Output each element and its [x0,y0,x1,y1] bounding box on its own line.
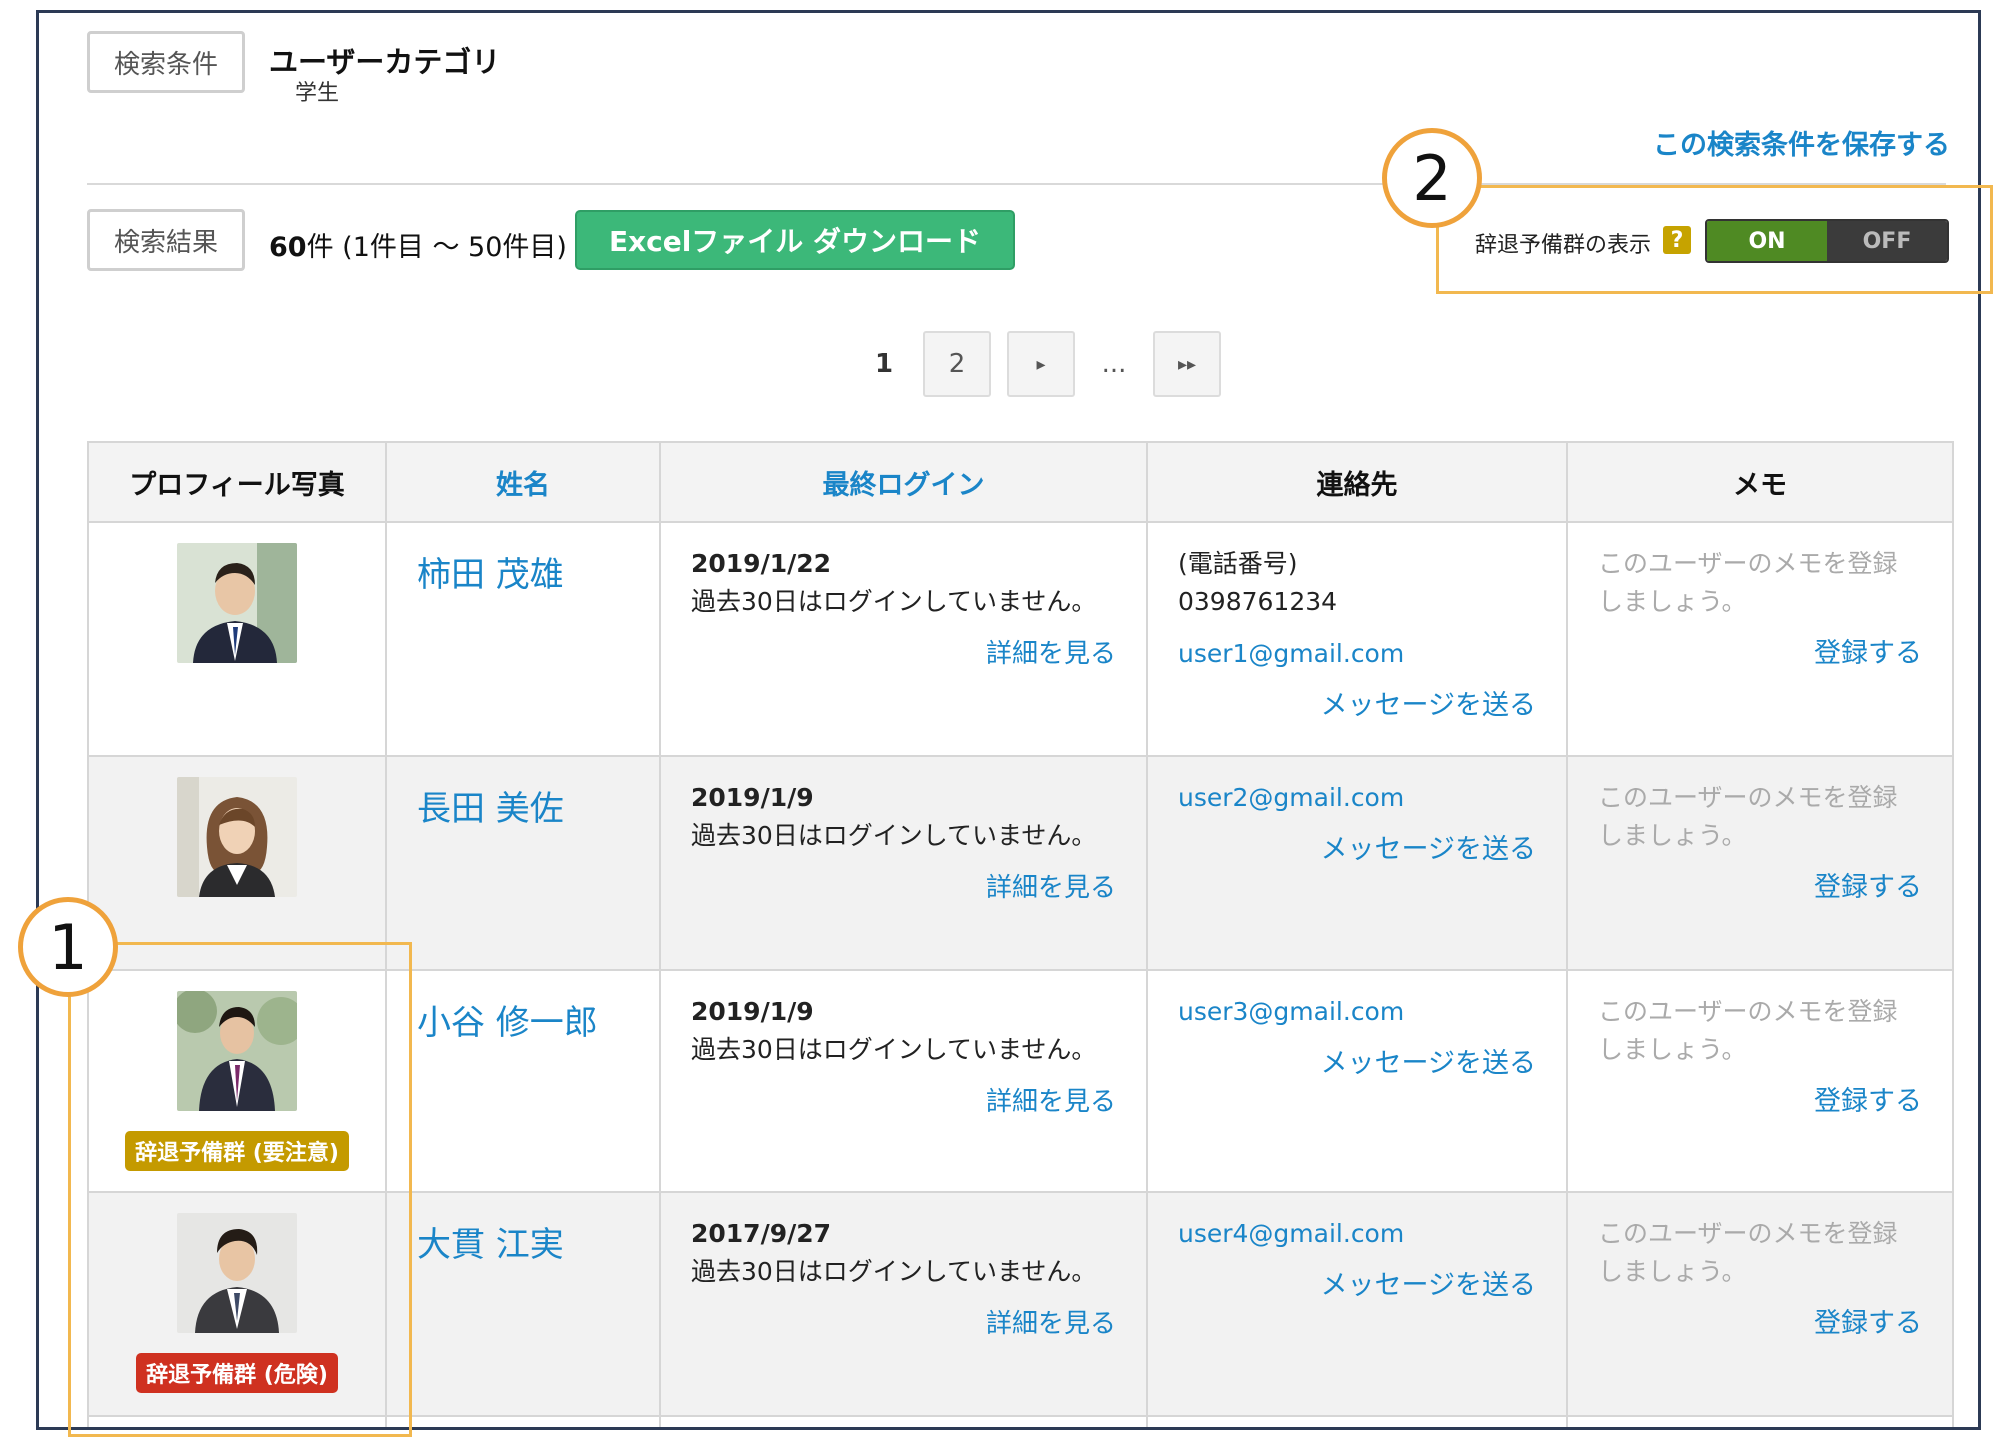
header-last-login[interactable]: 最終ログイン [659,441,1148,523]
table-row: 柿田 茂雄 2019/1/22 過去30日はログインしていません。 詳細を見る … [87,521,1954,757]
header-photo: プロフィール写真 [87,441,387,523]
memo-cell: このユーザーのメモを登録しましょう。 登録する [1566,521,1954,757]
save-search-link[interactable]: この検索条件を保存する [1653,123,1950,162]
excel-download-button[interactable]: Excelファイル ダウンロード [575,210,1015,270]
result-count: 60件 (1件目 〜 50件目) [269,225,567,264]
header-contact: 連絡先 [1146,441,1568,523]
avatar[interactable] [177,543,297,663]
contact-cell: user2@gmail.com メッセージを送る [1146,755,1568,971]
callout-2-marker: 2 [1382,128,1482,228]
memo-cell: このユーザーのメモを登録しましょう。 登録する [1566,1191,1954,1417]
contact-cell: user3@gmail.com メッセージを送る [1146,969,1568,1193]
memo-placeholder: このユーザーのメモを登録しましょう。 [1598,549,1898,616]
detail-link[interactable]: 詳細を見る [691,1083,1116,1121]
memo-placeholder: このユーザーのメモを登録しましょう。 [1598,783,1898,850]
memo-placeholder: このユーザーのメモを登録しましょう。 [1598,1219,1898,1286]
callout-1-marker: 1 [18,897,118,997]
user-name-link[interactable]: 柿田 茂雄 [385,521,661,757]
contact-cell: user4@gmail.com メッセージを送る [1146,1191,1568,1417]
photo-cell [87,755,387,971]
login-note: 過去30日はログインしていません。 [691,1257,1097,1286]
login-note: 過去30日はログインしていません。 [691,1035,1097,1064]
last-login-cell: 2019/1/9 過去30日はログインしていません。 詳細を見る [659,969,1148,1193]
detail-link[interactable]: 詳細を見る [691,1305,1116,1343]
login-date: 2019/1/22 [691,549,832,578]
last-login-cell: 2019/1/9 過去30日はログインしていません。 詳細を見る [659,755,1148,971]
memo-cell: このユーザーのメモを登録しましょう。 登録する [1566,969,1954,1193]
login-date: 2019/1/9 [691,783,814,812]
page-current: 1 [874,349,894,379]
user-name-link[interactable]: 大貫 江実 [385,1191,661,1417]
email-link[interactable]: user1@gmail.com [1178,635,1536,673]
last-login-cell: 2017/9/27 過去30日はログインしていません。 詳細を見る [659,1191,1148,1417]
send-message-link[interactable]: メッセージを送る [1178,831,1536,869]
last-page-icon[interactable]: ▸▸ [1153,331,1221,397]
register-memo-link[interactable]: 登録する [1598,1083,1922,1121]
avatar[interactable] [177,777,297,897]
login-date: 2017/9/27 [691,1219,832,1248]
header-memo: メモ [1566,441,1954,523]
table-header-row: プロフィール写真 姓名 最終ログイン 連絡先 メモ [87,441,1954,523]
login-note: 過去30日はログインしていません。 [691,587,1097,616]
last-login-cell [659,1415,1148,1427]
memo-placeholder: このユーザーのメモを登録しましょう。 [1598,997,1898,1064]
memo-cell [1566,1415,1954,1427]
contact-cell: (電話番号) 0398761234 user1@gmail.com メッセージを… [1146,521,1568,757]
register-memo-link[interactable]: 登録する [1598,1305,1922,1343]
register-memo-link[interactable]: 登録する [1598,635,1922,673]
send-message-link[interactable]: メッセージを送る [1178,1267,1536,1305]
result-count-number: 60 [269,232,307,263]
phone-label: (電話番号) [1178,549,1298,578]
page-2-button[interactable]: 2 [923,331,991,397]
next-page-icon[interactable]: ▸ [1007,331,1075,397]
callout-1-highlight [68,942,412,1437]
register-memo-link[interactable]: 登録する [1598,869,1922,907]
callout-2-highlight [1436,185,1993,294]
email-link[interactable]: user2@gmail.com [1178,779,1536,817]
detail-link[interactable]: 詳細を見る [691,635,1116,673]
send-message-link[interactable]: メッセージを送る [1178,1045,1536,1083]
contact-cell [1146,1415,1568,1427]
login-date: 2019/1/9 [691,997,814,1026]
phone-number: 0398761234 [1178,587,1338,616]
photo-cell [87,521,387,757]
name-cell [385,1415,661,1427]
search-condition-tag: 検索条件 [87,31,245,93]
email-link[interactable]: user4@gmail.com [1178,1215,1536,1253]
search-results-tag: 検索結果 [87,209,245,271]
table-row: 長田 美佐 2019/1/9 過去30日はログインしていません。 詳細を見る u… [87,755,1954,971]
category-value: 学生 [295,81,340,106]
last-login-cell: 2019/1/22 過去30日はログインしていません。 詳細を見る [659,521,1148,757]
memo-cell: このユーザーのメモを登録しましょう。 登録する [1566,755,1954,971]
page-ellipsis: ... [1101,349,1127,379]
result-count-range: 件 (1件目 〜 50件目) [306,232,567,263]
detail-link[interactable]: 詳細を見る [691,869,1116,907]
user-name-link[interactable]: 小谷 修一郎 [385,969,661,1193]
login-note: 過去30日はログインしていません。 [691,821,1097,850]
send-message-link[interactable]: メッセージを送る [1178,687,1536,725]
user-name-link[interactable]: 長田 美佐 [385,755,661,971]
header-name[interactable]: 姓名 [385,441,661,523]
email-link[interactable]: user3@gmail.com [1178,993,1536,1031]
